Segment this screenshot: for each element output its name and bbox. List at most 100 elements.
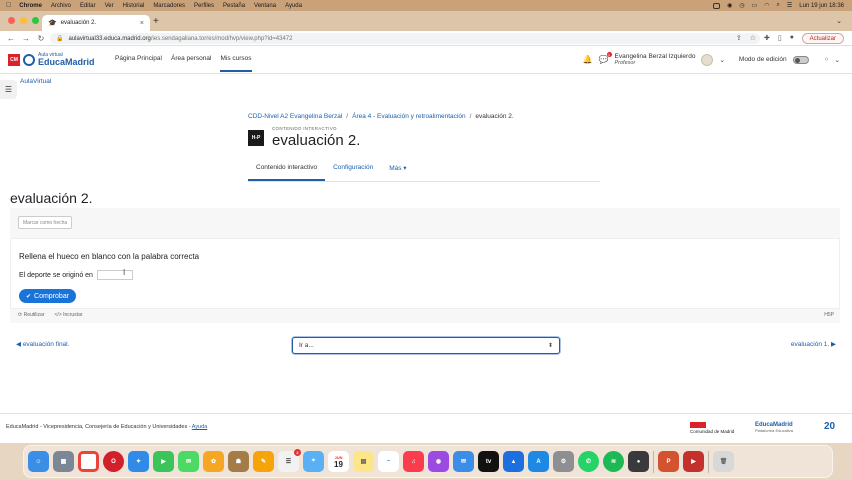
control-center-icon[interactable]: ☰ xyxy=(787,2,792,9)
next-activity-link[interactable]: evaluación 1. ▶ xyxy=(791,340,836,348)
edit-mode-toggle[interactable] xyxy=(792,55,809,64)
maps-icon[interactable]: ⌖ xyxy=(303,451,324,472)
tab-configuracion[interactable]: Configuración xyxy=(325,156,381,181)
menu-historial[interactable]: Historial xyxy=(123,3,145,9)
app-store-icon[interactable]: A xyxy=(528,451,549,472)
calendar-icon[interactable]: JUN 19 xyxy=(328,451,349,472)
wifi-icon[interactable]: ◠ xyxy=(764,2,769,9)
mark-as-done-button[interactable]: Marcar como hecha xyxy=(18,216,73,229)
notes-icon[interactable]: ▤ xyxy=(353,451,374,472)
nav-area-personal[interactable]: Área personal xyxy=(171,55,211,72)
forward-button[interactable]: → xyxy=(22,34,30,43)
menu-ventana[interactable]: Ventana xyxy=(254,3,276,9)
trash-icon[interactable]: 🗑 xyxy=(713,451,734,472)
pages-icon[interactable]: ✎ xyxy=(253,451,274,472)
mail-icon[interactable]: ✉ xyxy=(453,451,474,472)
menu-marcadores[interactable]: Marcadores xyxy=(153,3,185,9)
accessibility-chevron-icon[interactable]: ⌄ xyxy=(835,56,840,64)
nav-mis-cursos[interactable]: Mis cursos xyxy=(220,55,252,72)
keynote-icon[interactable]: ▲ xyxy=(503,451,524,472)
reuse-button[interactable]: ⟳ Reutilizar xyxy=(18,312,44,318)
sidepanel-icon[interactable]: ▯ xyxy=(778,34,782,42)
bell-icon[interactable]: 🔔 xyxy=(583,55,593,64)
chrome-icon[interactable] xyxy=(78,451,99,472)
tab-search-chevron-icon[interactable]: ⌄ xyxy=(836,17,842,25)
menu-ver[interactable]: Ver xyxy=(105,3,114,9)
question-text: Rellena el hueco en blanco con la palabr… xyxy=(19,252,200,261)
jump-to-select[interactable]: Ir a... ⬍ xyxy=(292,337,560,354)
reminders-icon[interactable]: ☰ 2 xyxy=(278,449,301,472)
finder-icon[interactable]: ☺ xyxy=(28,451,49,472)
menu-pestana[interactable]: Pestaña xyxy=(223,3,245,9)
launchpad-icon[interactable]: ▦ xyxy=(53,451,74,472)
bookmark-star-icon[interactable]: ☆ xyxy=(750,34,756,42)
apple-icon[interactable]:  xyxy=(6,2,11,9)
powerpoint-icon[interactable]: P xyxy=(658,451,679,472)
music-icon[interactable]: ♫ xyxy=(403,451,424,472)
podcasts-icon[interactable]: ◉ xyxy=(428,451,449,472)
chat-icon[interactable]: 💬 1 xyxy=(599,52,612,64)
zoom-window-button[interactable] xyxy=(32,17,39,24)
menu-chrome[interactable]: Chrome xyxy=(19,3,42,9)
search-icon[interactable]: ⌕ xyxy=(777,2,780,9)
opera-icon[interactable]: O xyxy=(103,451,124,472)
menu-archivo[interactable]: Archivo xyxy=(51,3,71,9)
safari-icon[interactable]: ✦ xyxy=(128,451,149,472)
blank-input[interactable] xyxy=(96,270,133,280)
check-button[interactable]: ✔ Comprobar xyxy=(19,289,77,303)
address-bar[interactable]: 🔒 aulavirtual33.educa.madrid.org/ies.sen… xyxy=(50,33,760,44)
status-icon[interactable] xyxy=(713,2,721,9)
new-tab-button[interactable]: + xyxy=(153,16,159,27)
comunidad-madrid-logo[interactable]: Comunidad de Madrid xyxy=(690,422,734,434)
messages-icon[interactable]: ✉ xyxy=(178,451,199,472)
record-icon[interactable]: ◉ xyxy=(727,2,732,9)
update-button[interactable]: Actualizar xyxy=(801,33,844,44)
photos-icon[interactable]: ✿ xyxy=(203,451,224,472)
reload-button[interactable]: ↻ xyxy=(37,34,45,43)
close-tab-icon[interactable]: × xyxy=(140,20,144,27)
apple-tv-icon[interactable]: tv xyxy=(478,451,499,472)
close-window-button[interactable] xyxy=(8,17,15,24)
h5p-logo[interactable]: H5P xyxy=(824,312,834,318)
freeform-icon[interactable]: ~ xyxy=(378,451,399,472)
tab-contenido-interactivo[interactable]: Contenido interactivo xyxy=(248,156,326,181)
menubar-clock[interactable]: Lun 19 jun 18:36 xyxy=(799,3,844,9)
clock-icon[interactable]: ◷ xyxy=(739,2,744,9)
system-settings-icon[interactable]: ⚙ xyxy=(553,451,574,472)
menu-perfiles[interactable]: Perfiles xyxy=(194,3,214,9)
obs-icon[interactable]: ● xyxy=(628,451,649,472)
extensions-icon[interactable]: ✚ xyxy=(764,34,770,42)
anniversary-logo[interactable]: 20 xyxy=(824,421,835,432)
battery-icon[interactable]: ▭ xyxy=(752,2,758,9)
accessibility-icon[interactable]: ○ xyxy=(825,56,829,63)
lock-icon[interactable]: 🔒 xyxy=(56,35,63,42)
avatar[interactable] xyxy=(701,53,714,66)
facetime-icon[interactable]: ▶ xyxy=(153,451,174,472)
spotify-icon[interactable]: ≋ xyxy=(603,451,624,472)
back-button[interactable]: ← xyxy=(7,34,15,43)
user-menu[interactable]: Evangelina Berzal Izquierdo Profesor xyxy=(615,53,696,66)
menu-editar[interactable]: Editar xyxy=(80,3,96,9)
contacts-icon[interactable]: ☗ xyxy=(228,451,249,472)
reminders-badge: 2 xyxy=(294,449,301,456)
nav-pagina-principal[interactable]: Página Principal xyxy=(115,55,162,72)
screen-recorder-icon[interactable]: ▶ xyxy=(683,451,704,472)
breadcrumb-course[interactable]: CDD-Nivel A2 Evangelina Berzal xyxy=(248,113,342,120)
previous-activity-link[interactable]: ◀ evaluación final. xyxy=(16,340,69,348)
footer-help-link[interactable]: Ayuda xyxy=(192,424,208,430)
whatsapp-icon[interactable]: ✆ xyxy=(578,451,599,472)
share-icon[interactable]: ⇪ xyxy=(736,34,742,42)
breadcrumb-section[interactable]: Área 4 - Evaluación y retroalimentación xyxy=(352,113,465,120)
aulavirtual-link[interactable]: AulaVirtual xyxy=(20,78,51,85)
next-activity-label: evaluación 1. xyxy=(790,341,830,348)
tab-mas[interactable]: Más ▾ xyxy=(381,156,414,181)
browser-tab-active[interactable]: 🎓 evaluación 2. × xyxy=(42,15,150,31)
educamadrid-footer-logo[interactable]: EducaMadrid Plataforma Educativa xyxy=(755,422,793,434)
menu-ayuda[interactable]: Ayuda xyxy=(285,3,302,9)
educamadrid-logo[interactable]: CM Aula virtual EducaMadrid xyxy=(8,53,95,67)
embed-button[interactable]: </> Incrustar xyxy=(54,312,82,318)
course-index-drawer-button[interactable]: ☰ xyxy=(0,80,17,99)
user-chevron-down-icon[interactable]: ⌄ xyxy=(719,56,724,64)
profile-icon[interactable]: ● xyxy=(790,34,794,42)
minimize-window-button[interactable] xyxy=(20,17,27,24)
